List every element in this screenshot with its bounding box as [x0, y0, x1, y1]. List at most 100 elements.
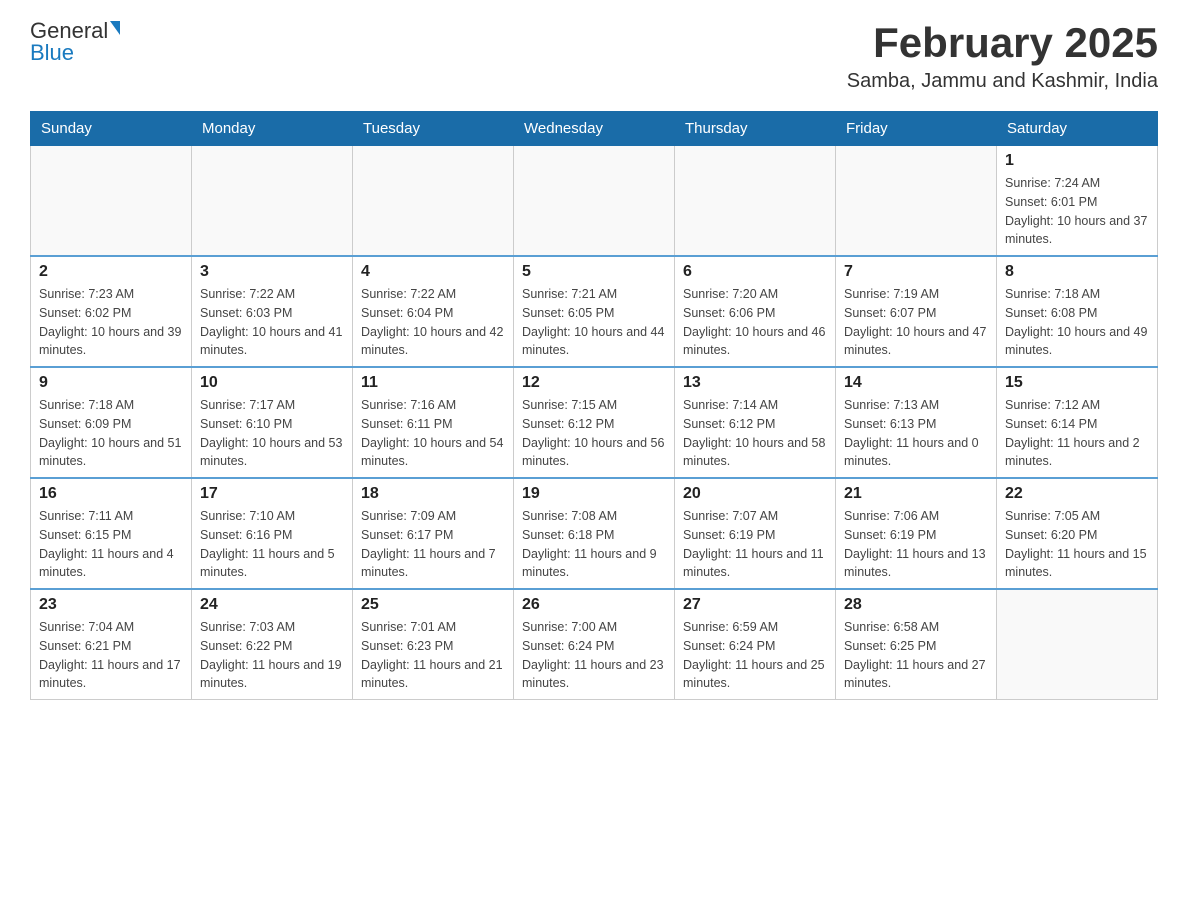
day-info: Sunrise: 7:23 AMSunset: 6:02 PMDaylight:… [39, 285, 183, 360]
day-number: 6 [683, 263, 827, 281]
day-info: Sunrise: 7:06 AMSunset: 6:19 PMDaylight:… [844, 507, 988, 582]
weekday-header-sunday: Sunday [31, 112, 192, 146]
weekday-header-saturday: Saturday [997, 112, 1158, 146]
calendar-cell: 23Sunrise: 7:04 AMSunset: 6:21 PMDayligh… [31, 589, 192, 700]
logo-blue-text: Blue [30, 42, 74, 64]
calendar-cell: 12 Sunrise: 7:15 AMSunset: 6:12 PMDayligh… [514, 367, 675, 478]
day-number: 26 [522, 596, 666, 614]
day-number: 22 [1005, 485, 1149, 503]
calendar-cell [192, 146, 353, 257]
weekday-header-thursday: Thursday [675, 112, 836, 146]
calendar-cell: 2 Sunrise: 7:23 AMSunset: 6:02 PMDaylight… [31, 256, 192, 367]
calendar-table: SundayMondayTuesdayWednesdayThursdayFrid… [30, 111, 1158, 700]
day-info: Sunrise: 7:22 AMSunset: 6:03 PMDaylight:… [200, 285, 344, 360]
day-number: 18 [361, 485, 505, 503]
day-number: 19 [522, 485, 666, 503]
day-info: Sunrise: 7:09 AMSunset: 6:17 PMDaylight:… [361, 507, 505, 582]
day-number: 12 [522, 374, 666, 392]
day-info: Sunrise: 7:00 AMSunset: 6:24 PMDaylight:… [522, 618, 666, 693]
location-title: Samba, Jammu and Kashmir, India [847, 70, 1158, 93]
day-number: 24 [200, 596, 344, 614]
day-info: Sunrise: 7:13 AMSunset: 6:13 PMDaylight:… [844, 396, 988, 471]
calendar-week-row: 9Sunrise: 7:18 AMSunset: 6:09 PMDaylight… [31, 367, 1158, 478]
day-info: Sunrise: 7:12 AMSunset: 6:14 PMDaylight:… [1005, 396, 1149, 471]
day-number: 1 [1005, 152, 1149, 170]
weekday-header-wednesday: Wednesday [514, 112, 675, 146]
calendar-cell: 1 Sunrise: 7:24 AMSunset: 6:01 PMDaylight… [997, 146, 1158, 257]
day-number: 8 [1005, 263, 1149, 281]
logo: General Blue [30, 20, 120, 64]
calendar-cell: 14 Sunrise: 7:13 AMSunset: 6:13 PMDayligh… [836, 367, 997, 478]
calendar-cell [836, 146, 997, 257]
day-number: 20 [683, 485, 827, 503]
day-info: Sunrise: 6:58 AMSunset: 6:25 PMDaylight:… [844, 618, 988, 693]
calendar-cell: 17 Sunrise: 7:10 AMSunset: 6:16 PMDayligh… [192, 478, 353, 589]
day-number: 27 [683, 596, 827, 614]
day-info: Sunrise: 7:21 AMSunset: 6:05 PMDaylight:… [522, 285, 666, 360]
calendar-cell [353, 146, 514, 257]
calendar-week-row: 2 Sunrise: 7:23 AMSunset: 6:02 PMDaylight… [31, 256, 1158, 367]
calendar-cell [997, 589, 1158, 700]
weekday-header-tuesday: Tuesday [353, 112, 514, 146]
day-number: 14 [844, 374, 988, 392]
weekday-header-friday: Friday [836, 112, 997, 146]
day-number: 13 [683, 374, 827, 392]
day-number: 11 [361, 374, 505, 392]
calendar-cell: 7 Sunrise: 7:19 AMSunset: 6:07 PMDaylight… [836, 256, 997, 367]
day-info: Sunrise: 7:03 AMSunset: 6:22 PMDaylight:… [200, 618, 344, 693]
title-block: February 2025 Samba, Jammu and Kashmir, … [847, 20, 1158, 93]
calendar-cell: 3Sunrise: 7:22 AMSunset: 6:03 PMDaylight… [192, 256, 353, 367]
day-number: 5 [522, 263, 666, 281]
calendar-week-row: 23Sunrise: 7:04 AMSunset: 6:21 PMDayligh… [31, 589, 1158, 700]
calendar-cell: 28 Sunrise: 6:58 AMSunset: 6:25 PMDayligh… [836, 589, 997, 700]
calendar-cell: 16Sunrise: 7:11 AMSunset: 6:15 PMDayligh… [31, 478, 192, 589]
day-info: Sunrise: 7:08 AMSunset: 6:18 PMDaylight:… [522, 507, 666, 582]
day-number: 2 [39, 263, 183, 281]
day-number: 21 [844, 485, 988, 503]
logo-general-text: General [30, 20, 108, 42]
calendar-cell: 15 Sunrise: 7:12 AMSunset: 6:14 PMDayligh… [997, 367, 1158, 478]
day-info: Sunrise: 7:18 AMSunset: 6:08 PMDaylight:… [1005, 285, 1149, 360]
calendar-cell: 5 Sunrise: 7:21 AMSunset: 6:05 PMDaylight… [514, 256, 675, 367]
calendar-week-row: 16Sunrise: 7:11 AMSunset: 6:15 PMDayligh… [31, 478, 1158, 589]
calendar-cell: 6 Sunrise: 7:20 AMSunset: 6:06 PMDaylight… [675, 256, 836, 367]
calendar-cell: 27 Sunrise: 6:59 AMSunset: 6:24 PMDayligh… [675, 589, 836, 700]
day-info: Sunrise: 7:20 AMSunset: 6:06 PMDaylight:… [683, 285, 827, 360]
day-number: 28 [844, 596, 988, 614]
calendar-cell: 11 Sunrise: 7:16 AMSunset: 6:11 PMDayligh… [353, 367, 514, 478]
day-info: Sunrise: 7:04 AMSunset: 6:21 PMDaylight:… [39, 618, 183, 693]
logo-triangle-icon [110, 21, 120, 35]
day-info: Sunrise: 7:10 AMSunset: 6:16 PMDaylight:… [200, 507, 344, 582]
day-info: Sunrise: 7:15 AMSunset: 6:12 PMDaylight:… [522, 396, 666, 471]
day-info: Sunrise: 7:19 AMSunset: 6:07 PMDaylight:… [844, 285, 988, 360]
month-title: February 2025 [847, 20, 1158, 66]
calendar-cell: 18 Sunrise: 7:09 AMSunset: 6:17 PMDayligh… [353, 478, 514, 589]
page-header: General Blue February 2025 Samba, Jammu … [30, 20, 1158, 93]
day-info: Sunrise: 7:05 AMSunset: 6:20 PMDaylight:… [1005, 507, 1149, 582]
day-info: Sunrise: 7:07 AMSunset: 6:19 PMDaylight:… [683, 507, 827, 582]
calendar-cell: 19 Sunrise: 7:08 AMSunset: 6:18 PMDayligh… [514, 478, 675, 589]
calendar-cell: 10 Sunrise: 7:17 AMSunset: 6:10 PMDayligh… [192, 367, 353, 478]
weekday-header-row: SundayMondayTuesdayWednesdayThursdayFrid… [31, 112, 1158, 146]
calendar-cell: 13Sunrise: 7:14 AMSunset: 6:12 PMDayligh… [675, 367, 836, 478]
day-info: Sunrise: 7:16 AMSunset: 6:11 PMDaylight:… [361, 396, 505, 471]
day-number: 15 [1005, 374, 1149, 392]
day-info: Sunrise: 7:24 AMSunset: 6:01 PMDaylight:… [1005, 174, 1149, 249]
calendar-cell [514, 146, 675, 257]
calendar-cell [675, 146, 836, 257]
weekday-header-monday: Monday [192, 112, 353, 146]
calendar-cell: 9Sunrise: 7:18 AMSunset: 6:09 PMDaylight… [31, 367, 192, 478]
calendar-week-row: 1 Sunrise: 7:24 AMSunset: 6:01 PMDaylight… [31, 146, 1158, 257]
day-info: Sunrise: 6:59 AMSunset: 6:24 PMDaylight:… [683, 618, 827, 693]
day-number: 10 [200, 374, 344, 392]
day-info: Sunrise: 7:22 AMSunset: 6:04 PMDaylight:… [361, 285, 505, 360]
calendar-cell: 20 Sunrise: 7:07 AMSunset: 6:19 PMDayligh… [675, 478, 836, 589]
calendar-cell: 24 Sunrise: 7:03 AMSunset: 6:22 PMDayligh… [192, 589, 353, 700]
calendar-cell: 4Sunrise: 7:22 AMSunset: 6:04 PMDaylight… [353, 256, 514, 367]
day-info: Sunrise: 7:11 AMSunset: 6:15 PMDaylight:… [39, 507, 183, 582]
day-number: 25 [361, 596, 505, 614]
day-number: 17 [200, 485, 344, 503]
day-number: 7 [844, 263, 988, 281]
calendar-cell: 22 Sunrise: 7:05 AMSunset: 6:20 PMDayligh… [997, 478, 1158, 589]
day-info: Sunrise: 7:17 AMSunset: 6:10 PMDaylight:… [200, 396, 344, 471]
